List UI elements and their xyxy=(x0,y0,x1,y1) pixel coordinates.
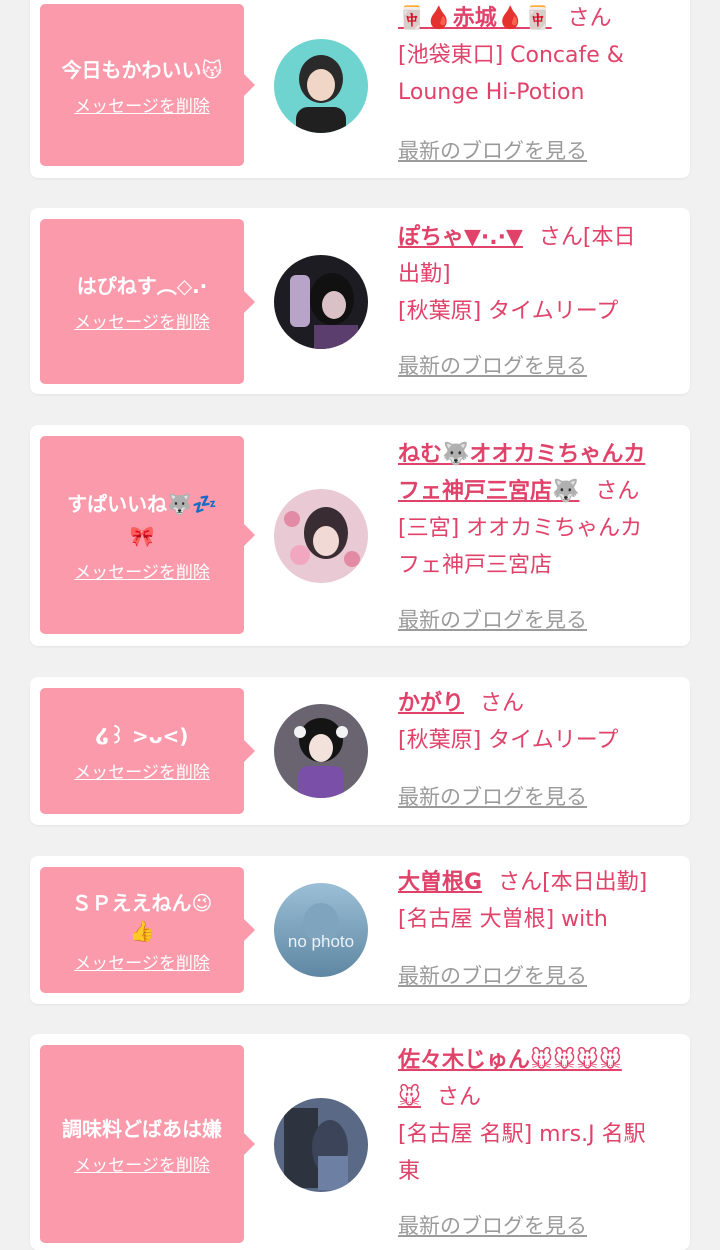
user-info: 大曽根G さん[本日出勤] [名古屋 大曽根] with xyxy=(398,864,680,938)
shop-line: [名古屋 名駅] mrs.J 名駅 xyxy=(398,1122,646,1147)
delete-message-link[interactable]: メッセージを削除 xyxy=(74,308,210,333)
latest-blog-link[interactable]: 最新のブログを見る xyxy=(398,960,587,990)
message-bubble: すぱいいね🐺💤 🎀 メッセージを削除 xyxy=(40,436,255,634)
user-name-link[interactable]: 大曽根G xyxy=(398,870,482,895)
user-name-link-line2[interactable]: フェ神戸三宮店🐺 xyxy=(398,479,579,504)
latest-blog-link[interactable]: 最新のブログを見る xyxy=(398,781,587,811)
no-photo-text: no photo xyxy=(288,932,354,951)
honorific: さん xyxy=(436,1085,481,1110)
shop-line: [秋葉原] タイムリープ xyxy=(398,299,619,324)
delete-message-link[interactable]: メッセージを削除 xyxy=(74,558,210,583)
user-name-link[interactable]: 佐々木じゅん🐭🐭🐭🐭 xyxy=(398,1048,622,1073)
message-text: すぱいいね🐺💤 xyxy=(67,491,217,516)
user-name-link[interactable]: ねむ🐺オオカミちゃんカ xyxy=(398,442,645,467)
avatar[interactable] xyxy=(274,704,368,798)
user-name-link[interactable]: かがり xyxy=(398,691,464,716)
message-bubble: はぴねす︵◇.· メッセージを削除 xyxy=(40,219,255,384)
message-text: ＳＰええねん😉 xyxy=(71,890,213,915)
message-card: すぱいいね🐺💤 🎀 メッセージを削除 ねむ🐺オオカミちゃんカ フェ神戸三宮店🐺 さ… xyxy=(30,425,690,646)
user-name-link-line2[interactable]: 🐭 xyxy=(398,1085,421,1110)
message-text-line2: 🎀 xyxy=(129,523,155,548)
avatar[interactable] xyxy=(274,39,368,133)
message-card: 今日もかわいい😽 メッセージを削除 🀄🩸赤城🩸🀄 さん [池袋東口] Concaf… xyxy=(30,0,690,178)
shop-line: Lounge Hi-Potion xyxy=(398,80,585,105)
shop-line: フェ神戸三宮店 xyxy=(398,553,553,578)
message-text: ໒꒱ >ᴗ<) xyxy=(95,723,189,748)
shop-line: [三宮] オオカミちゃんカ xyxy=(398,516,643,541)
message-card: ＳＰええねん😉 👍 メッセージを削除 no photo 大曽根G さん[本日出勤]… xyxy=(30,856,690,1004)
shop-line: 東 xyxy=(398,1159,421,1184)
user-info: 🀄🩸赤城🩸🀄 さん [池袋東口] Concafe & Lounge Hi-Poti… xyxy=(398,0,680,111)
honorific: さん[本日 xyxy=(538,225,636,250)
user-info: かがり さん [秋葉原] タイムリープ xyxy=(398,685,680,759)
message-bubble: 調味料どばあは嫌 メッセージを削除 xyxy=(40,1045,255,1243)
message-list: 今日もかわいい😽 メッセージを削除 🀄🩸赤城🩸🀄 さん [池袋東口] Concaf… xyxy=(0,0,720,1250)
user-name-link[interactable]: ぽちゃ▼·.·▼ xyxy=(398,225,523,250)
shop-line: [名古屋 大曽根] with xyxy=(398,907,608,932)
message-text: 調味料どばあは嫌 xyxy=(62,1116,222,1141)
avatar[interactable] xyxy=(274,255,368,349)
shop-line: [池袋東口] Concafe & xyxy=(398,43,624,68)
delete-message-link[interactable]: メッセージを削除 xyxy=(74,758,210,783)
avatar-image xyxy=(274,489,368,583)
latest-blog-link[interactable]: 最新のブログを見る xyxy=(398,1210,587,1240)
message-text: 今日もかわいい😽 xyxy=(61,57,223,82)
latest-blog-link[interactable]: 最新のブログを見る xyxy=(398,350,587,380)
avatar-image: no photo xyxy=(274,883,368,977)
latest-blog-link[interactable]: 最新のブログを見る xyxy=(398,135,587,165)
user-info: ねむ🐺オオカミちゃんカ フェ神戸三宮店🐺 さん [三宮] オオカミちゃんカ フェ神… xyxy=(398,436,680,584)
user-info: 佐々木じゅん🐭🐭🐭🐭 🐭 さん [名古屋 名駅] mrs.J 名駅 東 xyxy=(398,1042,680,1190)
shop-line: [秋葉原] タイムリープ xyxy=(398,728,619,753)
avatar[interactable]: no photo xyxy=(274,883,368,977)
honorific: さん[本日出勤] xyxy=(498,870,648,895)
avatar[interactable] xyxy=(274,489,368,583)
avatar-image xyxy=(274,704,368,798)
avatar-image xyxy=(274,39,368,133)
message-bubble: ໒꒱ >ᴗ<) メッセージを削除 xyxy=(40,688,255,814)
avatar-image xyxy=(274,1098,368,1192)
honorific: さん xyxy=(595,479,640,504)
message-bubble: ＳＰええねん😉 👍 メッセージを削除 xyxy=(40,867,255,993)
delete-message-link[interactable]: メッセージを削除 xyxy=(74,92,210,117)
user-info: ぽちゃ▼·.·▼ さん[本日 出勤] [秋葉原] タイムリープ xyxy=(398,219,680,330)
avatar[interactable] xyxy=(274,1098,368,1192)
honorific-line2: 出勤] xyxy=(398,262,451,287)
message-card: 調味料どばあは嫌 メッセージを削除 佐々木じゅん🐭🐭🐭🐭 🐭 さん [名古屋 名駅… xyxy=(30,1034,690,1250)
latest-blog-link[interactable]: 最新のブログを見る xyxy=(398,604,587,634)
avatar-image xyxy=(274,255,368,349)
honorific: さん xyxy=(567,6,612,31)
delete-message-link[interactable]: メッセージを削除 xyxy=(74,949,210,974)
message-bubble: 今日もかわいい😽 メッセージを削除 xyxy=(40,4,255,166)
message-card: はぴねす︵◇.· メッセージを削除 ぽちゃ▼·.·▼ さん[本日 出勤] [秋葉原… xyxy=(30,208,690,394)
honorific: さん xyxy=(480,691,525,716)
message-text: はぴねす︵◇.· xyxy=(76,274,208,298)
delete-message-link[interactable]: メッセージを削除 xyxy=(74,1151,210,1176)
user-name-link[interactable]: 🀄🩸赤城🩸🀄 xyxy=(398,6,552,31)
message-card: ໒꒱ >ᴗ<) メッセージを削除 かがり さん [秋葉原] タイムリープ 最新のブ… xyxy=(30,677,690,825)
message-text-line2: 👍 xyxy=(129,918,155,943)
